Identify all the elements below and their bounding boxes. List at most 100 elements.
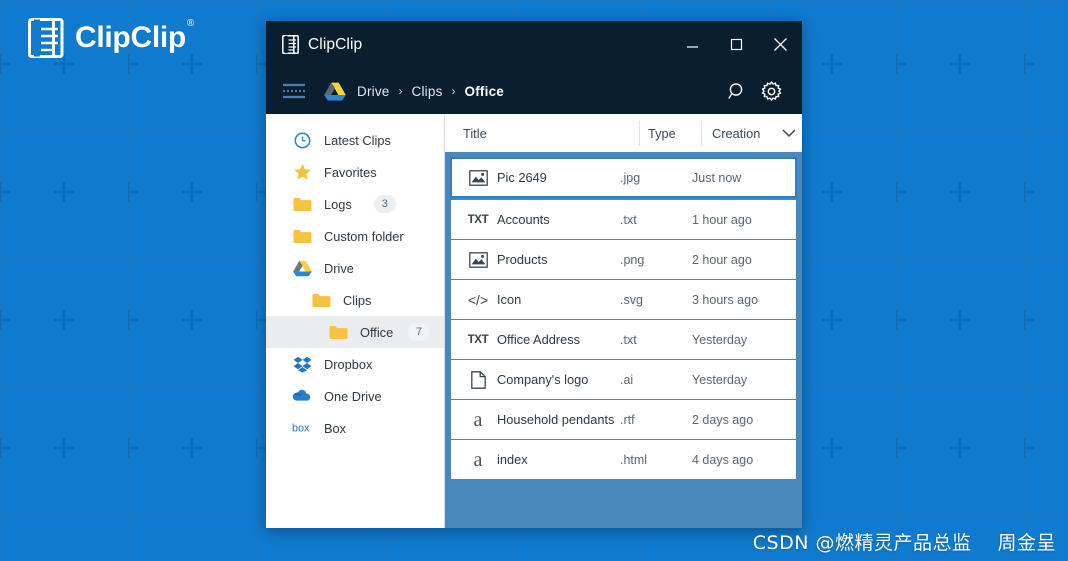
file-type: .png: [620, 252, 645, 267]
txt-file-icon: TXT: [467, 213, 489, 226]
table-row[interactable]: Pic 2649 .jpg Just now: [450, 157, 797, 198]
hamburger-menu-icon[interactable]: [283, 83, 305, 99]
table-row[interactable]: a index .html 4 days ago: [451, 440, 796, 479]
file-creation: 2 days ago: [692, 412, 754, 427]
sidebar-item-custom-folder[interactable]: Custom folder: [266, 220, 444, 252]
file-type: .ai: [620, 372, 634, 387]
gear-icon: [761, 80, 781, 101]
file-creation: 2 hour ago: [692, 252, 752, 267]
close-icon: [773, 38, 787, 51]
folder-icon: [328, 322, 348, 342]
file-creation: 1 hour ago: [692, 212, 752, 227]
table-row[interactable]: Products .png 2 hour ago: [451, 240, 796, 279]
rtf-file-icon: a: [473, 448, 483, 471]
breadcrumb-toolbar: Drive › Clips › Office: [266, 68, 802, 114]
breadcrumb-item-office[interactable]: Office: [465, 84, 504, 99]
file-title: Products: [497, 252, 548, 267]
box-icon: box: [292, 418, 312, 438]
sidebar-item-badge: 3: [373, 195, 396, 213]
file-creation: Yesterday: [692, 372, 748, 387]
folder-icon: [292, 226, 312, 246]
file-list[interactable]: Pic 2649 .jpg Just now TXT Accounts .txt…: [445, 152, 802, 528]
window-body: Latest Clips Favorites Logs 3 Custom fol…: [266, 114, 802, 528]
breadcrumb-separator: ›: [451, 84, 456, 98]
table-row[interactable]: a Household pendants .rtf 2 days ago: [451, 400, 796, 439]
chevron-down-icon[interactable]: [782, 128, 796, 138]
folder-icon: [311, 290, 331, 310]
sidebar-item-drive[interactable]: Drive: [266, 252, 444, 284]
table-row[interactable]: </> Icon .svg 3 hours ago: [451, 280, 796, 319]
column-header-creation[interactable]: Creation: [702, 121, 796, 146]
image-file-icon: [463, 169, 493, 186]
onedrive-icon: [292, 386, 312, 406]
document-file-icon: [463, 370, 493, 389]
file-list-column-headers: Title Type Creation: [445, 114, 802, 152]
clipclip-app-icon: [282, 35, 299, 54]
table-row[interactable]: TXT Office Address .txt Yesterday: [451, 320, 796, 359]
sidebar-item-latest-clips[interactable]: Latest Clips: [266, 124, 444, 156]
file-creation: Yesterday: [692, 332, 748, 347]
sidebar-item-office[interactable]: Office 7: [266, 316, 444, 348]
file-creation: 3 hours ago: [692, 292, 759, 307]
breadcrumb: Drive › Clips › Office: [357, 84, 504, 99]
search-icon: [727, 82, 742, 99]
svg-text:box: box: [292, 423, 310, 435]
settings-button[interactable]: [754, 74, 788, 108]
dropbox-icon: [292, 354, 312, 374]
breadcrumb-item-drive[interactable]: Drive: [357, 84, 390, 99]
csdn-watermark: CSDN @燃精灵产品总监 周金呈: [753, 528, 1056, 555]
sidebar-item-label: Logs: [324, 196, 352, 212]
image-file-icon: [463, 251, 493, 268]
clipclip-logo-icon: [28, 18, 64, 58]
window-title: ClipClip: [308, 35, 363, 53]
google-drive-icon: [324, 82, 346, 100]
clock-icon: [292, 130, 312, 150]
minimize-icon: [686, 46, 698, 48]
star-icon: [292, 162, 312, 182]
sidebar-item-label: One Drive: [324, 388, 382, 404]
sidebar-item-box[interactable]: box Box: [266, 412, 444, 444]
watermark-prefix: CSDN @燃精灵产品总监: [752, 532, 972, 554]
table-row[interactable]: Company's logo .ai Yesterday: [451, 360, 796, 399]
clipclip-wordmark: ClipClip®: [75, 19, 194, 53]
file-title: Household pendants: [497, 412, 615, 427]
sidebar-item-label: Clips: [343, 292, 372, 308]
file-type: .jpg: [620, 170, 641, 185]
file-title: Office Address: [497, 332, 580, 347]
sidebar: Latest Clips Favorites Logs 3 Custom fol…: [266, 114, 445, 528]
file-type: .svg: [620, 292, 643, 307]
file-title: Company's logo: [497, 372, 589, 387]
file-title: Icon: [497, 292, 522, 307]
maximize-icon: [730, 38, 742, 51]
file-title: Pic 2649: [497, 170, 547, 185]
column-header-creation-label: Creation: [712, 125, 761, 141]
watermark-author: 周金呈: [997, 532, 1056, 554]
sidebar-item-label: Custom folder: [324, 228, 404, 244]
breadcrumb-separator: ›: [398, 84, 403, 98]
table-row[interactable]: TXT Accounts .txt 1 hour ago: [451, 200, 796, 239]
sidebar-item-label: Latest Clips: [324, 132, 391, 148]
sidebar-item-clips[interactable]: Clips: [266, 284, 444, 316]
column-header-title[interactable]: Title: [455, 120, 640, 146]
sidebar-item-one-drive[interactable]: One Drive: [266, 380, 444, 412]
sidebar-item-dropbox[interactable]: Dropbox: [266, 348, 444, 380]
breadcrumb-item-clips[interactable]: Clips: [412, 84, 443, 99]
google-drive-icon: [292, 258, 312, 278]
code-file-icon: </>: [467, 291, 489, 308]
column-header-type[interactable]: Type: [640, 120, 702, 146]
window-titlebar[interactable]: ClipClip: [266, 21, 802, 68]
maximize-button[interactable]: [714, 21, 758, 68]
file-creation: Just now: [692, 170, 742, 185]
sidebar-item-logs[interactable]: Logs 3: [266, 188, 444, 220]
sidebar-item-label: Dropbox: [324, 356, 373, 372]
clipclip-app-window: ClipClip Drive › Clips › Office Latest C…: [266, 21, 802, 528]
sidebar-item-badge: 7: [408, 323, 430, 341]
txt-file-icon: TXT: [467, 333, 489, 346]
file-title: index: [497, 452, 528, 467]
sidebar-item-favorites[interactable]: Favorites: [266, 156, 444, 188]
file-creation: 4 days ago: [692, 452, 754, 467]
minimize-button[interactable]: [670, 21, 714, 68]
sidebar-item-label: Box: [324, 420, 347, 436]
search-button[interactable]: [720, 74, 754, 108]
close-button[interactable]: [758, 21, 802, 68]
